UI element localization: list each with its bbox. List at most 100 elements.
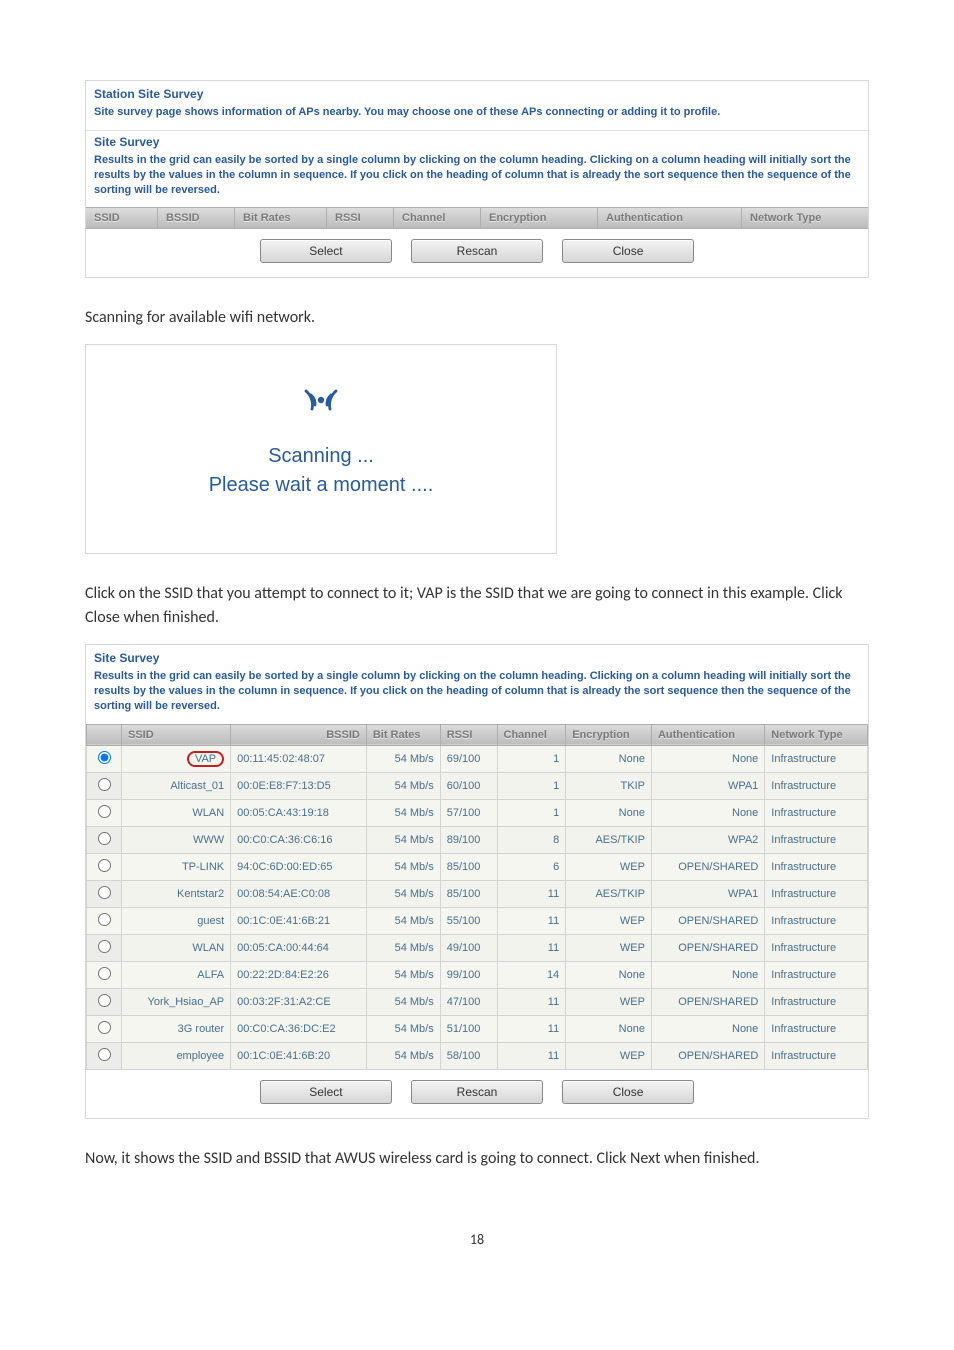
cell-ntype: Infrastructure (765, 826, 868, 853)
table-row[interactable]: VAP00:11:45:02:48:0754 Mb/s69/1001NoneNo… (87, 745, 868, 772)
col-channel[interactable]: Channel (497, 724, 566, 745)
table-row[interactable]: guest00:1C:0E:41:6B:2154 Mb/s55/10011WEP… (87, 907, 868, 934)
cell-rate: 54 Mb/s (366, 772, 440, 799)
rescan-button[interactable]: Rescan (411, 239, 543, 263)
cell-auth: WPA1 (651, 772, 764, 799)
panel-desc: Site survey page shows information of AP… (86, 103, 868, 130)
col-bitrates[interactable]: Bit Rates (366, 724, 440, 745)
cell-ntype: Infrastructure (765, 961, 868, 988)
select-button[interactable]: Select (260, 1080, 392, 1104)
cell-rssi: 89/100 (440, 826, 497, 853)
cell-channel: 1 (497, 772, 566, 799)
cell-rssi: 49/100 (440, 934, 497, 961)
cell-rssi: 47/100 (440, 988, 497, 1015)
cell-auth: None (651, 799, 764, 826)
rescan-button[interactable]: Rescan (411, 1080, 543, 1104)
cell-channel: 11 (497, 988, 566, 1015)
grid-desc: Results in the grid can easily be sorted… (86, 151, 868, 208)
row-radio[interactable] (87, 934, 122, 961)
cell-channel: 11 (497, 880, 566, 907)
col-bssid[interactable]: BSSID (158, 208, 235, 228)
cell-auth: None (651, 961, 764, 988)
scanning-text: Scanning ... (106, 445, 536, 468)
row-radio[interactable] (87, 745, 122, 772)
cell-channel: 11 (497, 934, 566, 961)
col-rssi[interactable]: RSSI (327, 208, 394, 228)
cell-ssid: VAP (122, 745, 231, 772)
row-radio[interactable] (87, 826, 122, 853)
cell-ssid: TP-LINK (122, 853, 231, 880)
cell-encryption: WEP (566, 988, 652, 1015)
col-auth[interactable]: Authentication (598, 208, 742, 228)
table-row[interactable]: ALFA00:22:2D:84:E2:2654 Mb/s99/10014None… (87, 961, 868, 988)
table-row[interactable]: York_Hsiao_AP00:03:2F:31:A2:CE54 Mb/s47/… (87, 988, 868, 1015)
row-radio[interactable] (87, 880, 122, 907)
cell-ntype: Infrastructure (765, 1042, 868, 1069)
cell-auth: OPEN/SHARED (651, 934, 764, 961)
table-row[interactable]: 3G router00:C0:CA:36:DC:E254 Mb/s51/1001… (87, 1015, 868, 1042)
col-auth[interactable]: Authentication (651, 724, 764, 745)
cell-bssid: 00:05:CA:00:44:64 (231, 934, 367, 961)
body-text-1: Scanning for available wifi network. (85, 306, 869, 330)
cell-rssi: 85/100 (440, 880, 497, 907)
cell-channel: 8 (497, 826, 566, 853)
close-button[interactable]: Close (562, 1080, 694, 1104)
row-radio[interactable] (87, 853, 122, 880)
cell-channel: 11 (497, 907, 566, 934)
col-encryption[interactable]: Encryption (481, 208, 598, 228)
col-ssid[interactable]: SSID (122, 724, 231, 745)
cell-ntype: Infrastructure (765, 745, 868, 772)
cell-rate: 54 Mb/s (366, 853, 440, 880)
row-radio[interactable] (87, 1042, 122, 1069)
cell-rate: 54 Mb/s (366, 799, 440, 826)
cell-ntype: Infrastructure (765, 907, 868, 934)
cell-channel: 11 (497, 1042, 566, 1069)
col-ntype[interactable]: Network Type (742, 208, 868, 228)
col-channel[interactable]: Channel (394, 208, 481, 228)
table-row[interactable]: WWW00:C0:CA:36:C6:1654 Mb/s89/1008AES/TK… (87, 826, 868, 853)
col-bitrates[interactable]: Bit Rates (235, 208, 327, 228)
col-rssi[interactable]: RSSI (440, 724, 497, 745)
table-row[interactable]: WLAN00:05:CA:43:19:1854 Mb/s57/1001NoneN… (87, 799, 868, 826)
table-row[interactable]: TP-LINK94:0C:6D:00:ED:6554 Mb/s85/1006WE… (87, 853, 868, 880)
row-radio[interactable] (87, 799, 122, 826)
cell-encryption: None (566, 799, 652, 826)
wait-text: Please wait a moment .... (106, 474, 536, 497)
close-button[interactable]: Close (562, 239, 694, 263)
row-radio[interactable] (87, 1015, 122, 1042)
body-text-3: Now, it shows the SSID and BSSID that AW… (85, 1147, 869, 1171)
cell-ntype: Infrastructure (765, 880, 868, 907)
col-encryption[interactable]: Encryption (566, 724, 652, 745)
cell-ntype: Infrastructure (765, 799, 868, 826)
table-row[interactable]: employee00:1C:0E:41:6B:2054 Mb/s58/10011… (87, 1042, 868, 1069)
cell-rssi: 69/100 (440, 745, 497, 772)
table-row[interactable]: WLAN00:05:CA:00:44:6454 Mb/s49/10011WEPO… (87, 934, 868, 961)
table-row[interactable]: Alticast_0100:0E:E8:F7:13:D554 Mb/s60/10… (87, 772, 868, 799)
table-row[interactable]: Kentstar200:08:54:AE:C0:0854 Mb/s85/1001… (87, 880, 868, 907)
col-ntype[interactable]: Network Type (765, 724, 868, 745)
cell-ntype: Infrastructure (765, 988, 868, 1015)
col-bssid[interactable]: BSSID (231, 724, 367, 745)
cell-rssi: 85/100 (440, 853, 497, 880)
body-text-2: Click on the SSID that you attempt to co… (85, 582, 869, 630)
row-radio[interactable] (87, 988, 122, 1015)
cell-ntype: Infrastructure (765, 853, 868, 880)
cell-ssid: WLAN (122, 934, 231, 961)
cell-auth: OPEN/SHARED (651, 1042, 764, 1069)
station-site-survey-panel: Station Site Survey Site survey page sho… (85, 80, 869, 278)
cell-rate: 54 Mb/s (366, 826, 440, 853)
cell-rssi: 60/100 (440, 772, 497, 799)
cell-auth: OPEN/SHARED (651, 907, 764, 934)
cell-encryption: AES/TKIP (566, 826, 652, 853)
page-number: 18 (85, 1231, 869, 1248)
row-radio[interactable] (87, 772, 122, 799)
cell-rate: 54 Mb/s (366, 907, 440, 934)
row-radio[interactable] (87, 961, 122, 988)
select-button[interactable]: Select (260, 239, 392, 263)
survey-title: Site Survey (86, 645, 868, 667)
cell-encryption: WEP (566, 907, 652, 934)
row-radio[interactable] (87, 907, 122, 934)
col-ssid[interactable]: SSID (86, 208, 158, 228)
grid-header: SSID BSSID Bit Rates RSSI Channel Encryp… (86, 207, 868, 229)
cell-ssid: employee (122, 1042, 231, 1069)
